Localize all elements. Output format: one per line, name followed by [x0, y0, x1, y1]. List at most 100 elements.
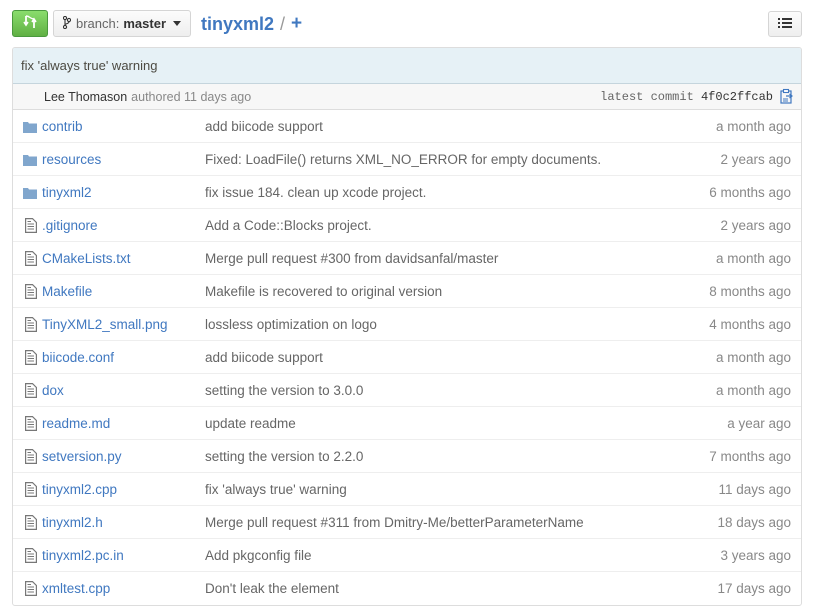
file-name-link[interactable]: resources [42, 152, 101, 167]
file-icon [25, 581, 41, 597]
file-browser: fix 'always true' warning Lee Thomason a… [12, 47, 802, 606]
file-row[interactable]: setversion.py setting the version to 2.2.… [13, 440, 801, 473]
file-icon [25, 416, 41, 432]
file-icon [25, 482, 41, 498]
branch-icon [62, 15, 72, 32]
file-name-link[interactable]: tinyxml2.pc.in [42, 548, 124, 563]
file-name-link[interactable]: CMakeLists.txt [42, 251, 131, 266]
file-commit-age: a month ago [715, 250, 791, 266]
file-row[interactable]: .gitignore Add a Code::Blocks project. 2 y… [13, 209, 801, 242]
file-commit-message-link[interactable]: Don't leak the element [205, 581, 339, 596]
file-commit-message-link[interactable]: Makefile is recovered to original versio… [205, 284, 442, 299]
file-commit-message-link[interactable]: Merge pull request #300 from davidsanfal… [205, 251, 498, 266]
file-row[interactable]: resources Fixed: LoadFile() returns XML_N… [13, 143, 801, 176]
latest-commit-message: fix 'always true' warning [13, 48, 801, 84]
folder-icon [23, 121, 39, 137]
file-commit-age: 8 months ago [709, 283, 791, 299]
file-row[interactable]: dox setting the version to 3.0.0 a month a… [13, 374, 801, 407]
file-commit-message-link[interactable]: add biicode support [205, 350, 323, 365]
add-file-button[interactable]: + [291, 13, 302, 35]
file-name-link[interactable]: readme.md [42, 416, 110, 431]
file-name-link[interactable]: tinyxml2.h [42, 515, 103, 530]
file-row[interactable]: biicode.conf add biicode support a month a… [13, 341, 801, 374]
file-commit-message-link[interactable]: setting the version to 2.2.0 [205, 449, 363, 464]
file-commit-age: a month ago [715, 349, 791, 365]
file-commit-message-link[interactable]: update readme [205, 416, 296, 431]
file-name-link[interactable]: TinyXML2_small.png [42, 317, 168, 332]
file-name-link[interactable]: setversion.py [42, 449, 122, 464]
file-commit-age: 6 months ago [709, 184, 791, 200]
file-commit-message-link[interactable]: fix issue 184. clean up xcode project. [205, 185, 426, 200]
branch-name: master [123, 16, 167, 31]
latest-commit-meta: Lee Thomason authored 11 days ago latest… [13, 84, 801, 110]
file-commit-age: 3 years ago [720, 547, 791, 563]
file-commit-age: 7 months ago [709, 448, 791, 464]
file-commit-age: 18 days ago [717, 514, 791, 530]
file-commit-message-link[interactable]: Fixed: LoadFile() returns XML_NO_ERROR f… [205, 152, 601, 167]
file-row[interactable]: Makefile Makefile is recovered to origina… [13, 275, 801, 308]
branch-selector[interactable]: branch: master [53, 10, 191, 37]
file-name-link[interactable]: .gitignore [42, 218, 98, 233]
file-list: contrib add biicode support a month ago res… [13, 110, 801, 605]
latest-commit-text: latest commit [600, 90, 694, 104]
file-row[interactable]: contrib add biicode support a month ago [13, 110, 801, 143]
repo-name-link[interactable]: tinyxml2 [201, 14, 274, 35]
breadcrumb: tinyxml2 / + [201, 12, 302, 36]
latest-commit-label: latest commit 4f0c2ffcab [600, 90, 773, 104]
file-icon [25, 317, 41, 333]
file-name-link[interactable]: tinyxml2 [42, 185, 92, 200]
file-commit-age: 4 months ago [709, 316, 791, 332]
commit-message-link[interactable]: fix 'always true' warning [21, 58, 157, 73]
file-icon [25, 218, 41, 234]
file-commit-age: a month ago [715, 382, 791, 398]
file-commit-age: 11 days ago [718, 481, 791, 497]
repo-toolbar: branch: master tinyxml2 / + [0, 0, 820, 46]
file-row[interactable]: tinyxml2.cpp fix 'always true' warning 11 … [13, 473, 801, 506]
file-icon [25, 449, 41, 465]
file-commit-message-link[interactable]: add biicode support [205, 119, 323, 134]
file-commit-age: 2 years ago [720, 151, 791, 167]
commit-sha-link[interactable]: 4f0c2ffcab [701, 90, 773, 104]
commit-authored-time: authored 11 days ago [131, 89, 252, 104]
file-row[interactable]: tinyxml2.h Merge pull request #311 from D… [13, 506, 801, 539]
file-icon [25, 515, 41, 531]
file-commit-message-link[interactable]: setting the version to 3.0.0 [205, 383, 363, 398]
list-icon [778, 17, 792, 32]
folder-icon [23, 187, 39, 203]
clipboard-icon[interactable] [780, 88, 794, 107]
file-commit-age: a month ago [715, 118, 791, 134]
file-row[interactable]: TinyXML2_small.png lossless optimization … [13, 308, 801, 341]
compare-icon [22, 14, 38, 33]
file-row[interactable]: xmltest.cpp Don't leak the element 17 days… [13, 572, 801, 605]
file-commit-age: a year ago [727, 415, 791, 431]
file-name-link[interactable]: Makefile [42, 284, 92, 299]
file-icon [25, 350, 41, 366]
breadcrumb-separator: / [280, 13, 286, 34]
file-commit-message-link[interactable]: Merge pull request #311 from Dmitry-Me/b… [205, 515, 584, 530]
file-icon [25, 548, 41, 564]
compare-button[interactable] [12, 10, 48, 37]
file-name-link[interactable]: dox [42, 383, 64, 398]
folder-icon [23, 154, 39, 170]
file-icon [25, 284, 41, 300]
file-name-link[interactable]: tinyxml2.cpp [42, 482, 117, 497]
commit-author[interactable]: Lee Thomason [44, 90, 127, 104]
file-name-link[interactable]: biicode.conf [42, 350, 114, 365]
file-row[interactable]: CMakeLists.txt Merge pull request #300 fr… [13, 242, 801, 275]
file-icon [25, 251, 41, 267]
file-row[interactable]: tinyxml2.pc.in Add pkgconfig file 3 years … [13, 539, 801, 572]
toggle-file-list-button[interactable] [768, 11, 802, 37]
file-commit-age: 17 days ago [717, 581, 791, 596]
file-commit-message-link[interactable]: Add a Code::Blocks project. [205, 218, 372, 233]
file-name-link[interactable]: xmltest.cpp [42, 581, 110, 596]
file-commit-message-link[interactable]: Add pkgconfig file [205, 548, 312, 563]
file-icon [25, 383, 41, 399]
chevron-down-icon [173, 21, 182, 26]
file-row[interactable]: readme.md update readme a year ago [13, 407, 801, 440]
file-commit-age: 2 years ago [720, 217, 791, 233]
file-name-link[interactable]: contrib [42, 119, 83, 134]
file-commit-message-link[interactable]: lossless optimization on logo [205, 317, 377, 332]
branch-prefix: branch: [76, 16, 120, 31]
file-commit-message-link[interactable]: fix 'always true' warning [205, 482, 347, 497]
file-row[interactable]: tinyxml2 fix issue 184. clean up xcode pr… [13, 176, 801, 209]
